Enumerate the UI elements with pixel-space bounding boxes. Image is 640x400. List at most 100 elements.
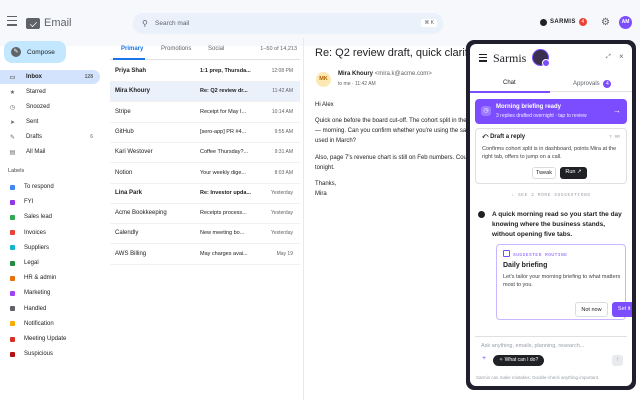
sidebar-item-drafts[interactable]: ✎ Drafts 6 <box>0 130 100 144</box>
draft-reply-card: ⤺ Draft a reply ⌥ ⌘R Confirms cohort spl… <box>475 128 627 184</box>
search-input[interactable]: Search mail <box>155 20 189 27</box>
label-color-swatch <box>10 214 15 220</box>
mail-row[interactable]: Stripe Receipt for May I... 10:14 AM <box>110 103 300 123</box>
labels-heading: Labels <box>8 168 25 174</box>
assistant-header: Sarmis ⤢ × <box>470 44 632 74</box>
close-icon[interactable]: × <box>619 52 624 61</box>
draft-heading-text: Draft a reply <box>490 134 526 140</box>
tab-promotions[interactable]: Promotions <box>161 46 191 52</box>
sidebar-item-starred[interactable]: ★ Starred <box>0 85 100 99</box>
tab-social[interactable]: Social <box>208 46 224 52</box>
mail-row[interactable]: Mira Khoury Re: Q2 review dr... 11:42 AM <box>110 82 300 103</box>
draft-shortcut: ⌥ ⌘R <box>609 135 620 140</box>
tweak-button[interactable]: Tweak <box>532 167 556 179</box>
search-bar[interactable]: ⚲ Search mail ⌘ K <box>133 13 443 34</box>
mail-row[interactable]: Lina Park Re: Investor upda... Yesterday <box>110 184 300 204</box>
tab-approvals[interactable]: Approvals 4 <box>573 80 612 88</box>
label-color-swatch <box>10 336 15 342</box>
mail-row[interactable]: Calendly New meeting bo... Yesterday <box>110 224 300 245</box>
message-signoff: Thanks, <box>315 181 337 187</box>
run-button[interactable]: Run ↗ <box>560 167 587 179</box>
briefing-banner[interactable]: ◷ Morning briefing ready 3 replies draft… <box>475 99 627 124</box>
mail-time: Yesterday <box>270 210 293 217</box>
label-color-swatch <box>10 321 15 327</box>
mail-row[interactable]: GitHub [sero-app] PR #4... 9:55 AM <box>110 123 300 143</box>
mail-row[interactable]: AWS Billing May charges avai... May 19 <box>110 245 300 265</box>
tab-approvals-label: Approvals <box>573 81 600 87</box>
mail-time: 8:03 AM <box>274 169 293 176</box>
label-name: Suspicious <box>24 351 54 358</box>
message-signature: Mira <box>315 191 327 197</box>
mail-logo-icon <box>26 18 40 29</box>
suggestion-description: Let's tailor your morning briefing to wh… <box>503 274 621 288</box>
not-now-button[interactable]: Not now <box>575 302 608 317</box>
label-color-swatch <box>10 260 15 266</box>
label-item[interactable]: Notification <box>0 317 100 331</box>
label-name: FYI <box>24 199 34 206</box>
tab-indicator <box>113 58 145 60</box>
sidebar-item-inbox[interactable]: ▭ Inbox 128 <box>0 70 100 84</box>
mail-list: Primary Promotions Social 1–50 of 14,213… <box>110 38 300 400</box>
sidebar: ✎ Compose ▭ Inbox 128 ★ Starred ◷ Snoozed ➤ Sent… <box>0 38 103 400</box>
mail-sender: AWS Billing <box>115 250 147 257</box>
send-icon[interactable]: ↑ <box>612 355 623 366</box>
label-item[interactable]: Meeting Update <box>0 332 100 346</box>
menu-icon[interactable] <box>7 16 17 26</box>
label-item[interactable]: FYI <box>0 195 100 209</box>
mail-time: 11:42 AM <box>272 88 293 95</box>
gear-icon[interactable]: ⚙ <box>601 17 610 28</box>
more-suggestions-link[interactable]: ↓ SEE 2 MORE SUGGESTIONS <box>470 193 632 198</box>
briefing-subtitle: 3 replies drafted overnight · tap to rev… <box>496 113 587 119</box>
what-can-i-do-button[interactable]: ✧ What can I do? <box>493 355 545 366</box>
mail-subject: [sero-app] PR #4... <box>200 128 247 135</box>
label-name: Invoices <box>24 229 47 236</box>
assistant-name: SARMIS <box>550 19 576 25</box>
tab-primary[interactable]: Primary <box>121 46 143 52</box>
label-item[interactable]: Marketing <box>0 286 100 300</box>
label-item[interactable]: Invoices <box>0 226 100 240</box>
sidebar-item-sent[interactable]: ➤ Sent <box>0 115 100 129</box>
label-item[interactable]: Handled <box>0 302 100 316</box>
tab-chat[interactable]: Chat <box>503 80 516 86</box>
mail-subject: Re: Q2 review dr... <box>200 88 248 95</box>
menu-icon[interactable] <box>479 54 487 64</box>
mail-row[interactable]: Acme Bookkeeping Receipts process... Yeste… <box>110 204 300 225</box>
label-color-swatch <box>10 351 15 357</box>
expand-icon[interactable]: ⤢ <box>606 54 611 61</box>
send-icon: ➤ <box>9 119 16 126</box>
set-it-up-button[interactable]: Set it up <box>612 302 632 317</box>
message-paragraph-2: Also, page 7's revenue chart is still on… <box>315 155 469 171</box>
mail-time: Yesterday <box>270 189 293 196</box>
mail-time: 12:08 PM <box>271 68 293 74</box>
mail-row[interactable]: Notion Your weekly dige... 8:03 AM <box>110 164 300 184</box>
assistant-panel: Sarmis ⤢ × Chat Approvals 4 ◷ Morning br… <box>466 40 636 390</box>
what-can-i-do-label: What can I do? <box>504 357 539 363</box>
sidebar-item-label: Inbox <box>26 74 42 80</box>
mail-row[interactable]: Priya Shah 1:1 prep, Thursda... 12:08 PM <box>110 62 300 82</box>
sender-name: Mira Khoury <box>338 71 374 77</box>
disclaimer: Sarmis can make mistakes. Double-check a… <box>476 375 600 380</box>
suggestion-card: SUGGESTED ROUTINE Daily briefing Let's t… <box>496 244 632 320</box>
compose-button[interactable]: ✎ Compose <box>4 41 66 63</box>
assistant-button[interactable]: SARMIS 4 <box>540 18 587 26</box>
label-item[interactable]: Sales lead <box>0 210 100 224</box>
mail-tabs: Primary Promotions Social 1–50 of 14,213 <box>110 38 300 60</box>
chat-input-area: Ask anything, emails, planning, research… <box>475 336 627 372</box>
add-icon[interactable]: + <box>482 355 486 362</box>
mail-row[interactable]: Kari Westover Coffee Thursday?... 9:31 AM <box>110 143 300 164</box>
clock-icon: ◷ <box>9 104 16 111</box>
reply-icon: ⤺ <box>482 134 491 140</box>
assistant-icon <box>540 18 547 26</box>
chat-input[interactable]: Ask anything, emails, planning, research… <box>481 343 584 349</box>
sidebar-item-all-mail[interactable]: ▤ All Mail <box>0 145 100 159</box>
label-item[interactable]: Legal <box>0 256 100 270</box>
avatar[interactable]: AM <box>619 16 632 29</box>
sidebar-item-snoozed[interactable]: ◷ Snoozed <box>0 100 100 114</box>
label-item[interactable]: To respond <box>0 180 100 194</box>
label-item[interactable]: Suppliers <box>0 241 100 255</box>
archive-icon: ▤ <box>9 149 16 156</box>
label-item[interactable]: Suspicious <box>0 347 100 361</box>
label-item[interactable]: HR & admin <box>0 271 100 285</box>
label-name: Meeting Update <box>24 336 67 342</box>
assistant-title: Sarmis <box>493 51 527 65</box>
